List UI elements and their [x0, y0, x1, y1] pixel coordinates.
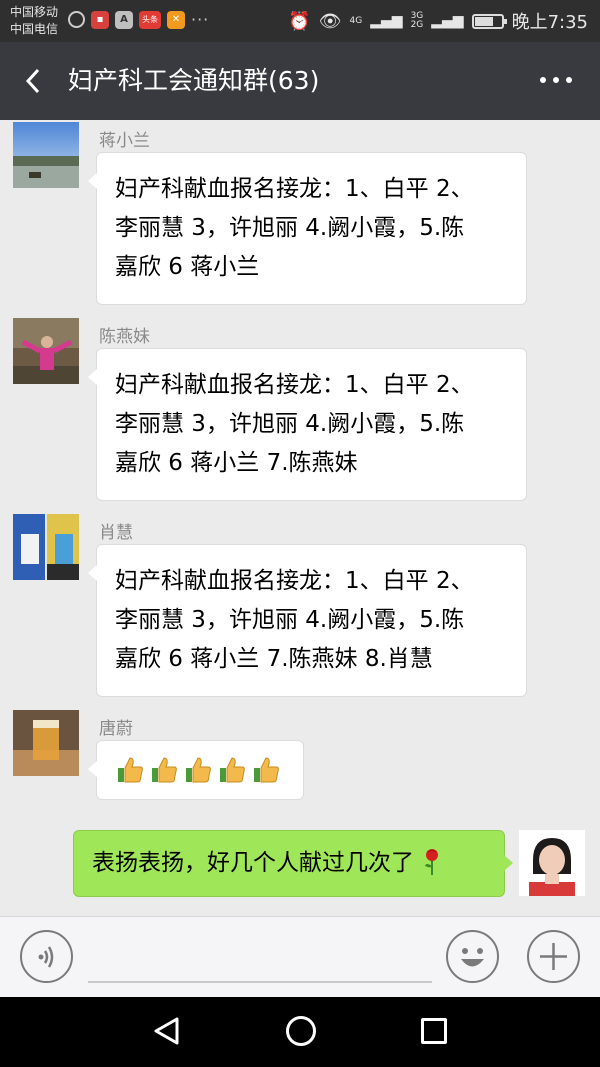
avatar-self[interactable] — [519, 830, 585, 896]
avatar-chen-yanmei[interactable] — [13, 318, 79, 384]
message-input[interactable] — [88, 981, 432, 983]
emoji-button[interactable] — [446, 930, 499, 983]
thumbs-up-icon — [152, 757, 177, 783]
more-functions-button[interactable] — [527, 930, 580, 983]
smiley-icon — [461, 948, 484, 967]
emoji-row — [115, 755, 285, 785]
eye-icon: 👁 — [318, 10, 342, 32]
more-notifications-icon: ··· — [191, 10, 210, 29]
outgoing-message-bubble[interactable]: 表扬表扬，好几个人献过几次了 — [73, 830, 513, 897]
input-bar — [0, 916, 600, 997]
nav-back-icon[interactable] — [152, 1016, 182, 1046]
message-line: 妇产科献血报名接龙：1、白平 2、 — [115, 372, 474, 398]
a-app-icon: A — [115, 10, 133, 29]
carrier-info: 中国移动 中国电信 — [10, 4, 58, 38]
chat-title: 妇产科工会通知群(63) — [68, 66, 320, 95]
message-line: 嘉欣 6 蒋小兰 7.陈燕妹 8.肖慧 — [115, 646, 433, 672]
sender-name: 唐蔚 — [99, 719, 133, 739]
message-line: 妇产科献血报名接龙：1、白平 2、 — [115, 176, 474, 202]
outgoing-message-text: 表扬表扬，好几个人献过几次了 — [92, 850, 414, 876]
sender-name: 肖慧 — [99, 523, 133, 543]
message-line: 李丽慧 3，许旭丽 4.阙小霞，5.陈 — [115, 411, 465, 437]
carrier-2: 中国电信 — [10, 22, 59, 36]
rose-icon — [425, 849, 439, 875]
voice-icon — [38, 946, 54, 968]
back-arrow-icon[interactable] — [18, 64, 52, 98]
signal-3g-icon: 3G 2G — [410, 11, 424, 30]
message-bubble[interactable] — [88, 740, 304, 800]
avatar-jiang-xiaolan[interactable] — [13, 122, 79, 188]
orange-app-icon: ✕ — [167, 10, 185, 29]
notification-icons: ▪ A 头条 ✕ ··· — [68, 10, 209, 29]
thumbs-up-icon — [254, 757, 279, 783]
battery-icon — [471, 13, 507, 29]
message-line: 嘉欣 6 蒋小兰 — [115, 254, 260, 280]
system-icons: ⏰ 👁 4G ▂▄▆ 3G 2G ▂▄▆ 晚上7:35 — [288, 8, 588, 34]
message-line: 李丽慧 3，许旭丽 4.阙小霞，5.陈 — [115, 607, 465, 633]
message-line: 李丽慧 3，许旭丽 4.阙小霞，5.陈 — [115, 215, 465, 241]
status-bar: 中国移动 中国电信 ▪ A 头条 ✕ ··· ⏰ 👁 4G ▂▄▆ 3G 2G … — [0, 0, 600, 42]
alarm-icon: ⏰ — [288, 10, 311, 32]
message-line: 妇产科献血报名接龙：1、白平 2、 — [115, 568, 474, 594]
signal-bars-2-icon: ▂▄▆ — [431, 13, 464, 29]
nav-recent-apps-icon[interactable] — [421, 1018, 447, 1044]
sender-name: 陈燕妹 — [99, 327, 150, 347]
more-options-icon[interactable] — [538, 70, 574, 90]
voice-input-button[interactable] — [20, 930, 73, 983]
message-bubble[interactable]: 妇产科献血报名接龙：1、白平 2、 李丽慧 3，许旭丽 4.阙小霞，5.陈 嘉欣… — [88, 348, 527, 501]
message-bubble[interactable]: 妇产科献血报名接龙：1、白平 2、 李丽慧 3，许旭丽 4.阙小霞，5.陈 嘉欣… — [88, 152, 527, 305]
system-nav-bar — [0, 997, 600, 1067]
thumbs-up-icon — [186, 757, 211, 783]
clock: 晚上7:35 — [511, 12, 588, 33]
plus-icon — [540, 943, 567, 970]
battery-level — [474, 16, 493, 26]
signal-bars-icon: ▂▄▆ — [370, 13, 403, 29]
red-app-icon: ▪ — [91, 10, 109, 29]
message-bubble[interactable]: 妇产科献血报名接龙：1、白平 2、 李丽慧 3，许旭丽 4.阙小霞，5.陈 嘉欣… — [88, 544, 527, 697]
thumbs-up-icon — [118, 757, 143, 783]
avatar-xiao-hui[interactable] — [13, 514, 79, 580]
signal-4g-icon: 4G — [349, 15, 363, 26]
toutiao-icon: 头条 — [139, 10, 161, 29]
thumbs-up-icon — [220, 757, 245, 783]
avatar-tang-wei[interactable] — [13, 710, 79, 776]
title-bar: 妇产科工会通知群(63) — [0, 42, 600, 120]
nav-home-icon[interactable] — [286, 1016, 316, 1046]
sender-name: 蒋小兰 — [99, 131, 150, 151]
chat-area[interactable]: 蒋小兰 妇产科献血报名接龙：1、白平 2、 李丽慧 3，许旭丽 4.阙小霞，5.… — [0, 120, 600, 916]
message-line: 嘉欣 6 蒋小兰 7.陈燕妹 — [115, 450, 358, 476]
wechat-icon — [68, 11, 85, 28]
carrier-1: 中国移动 — [10, 5, 59, 19]
